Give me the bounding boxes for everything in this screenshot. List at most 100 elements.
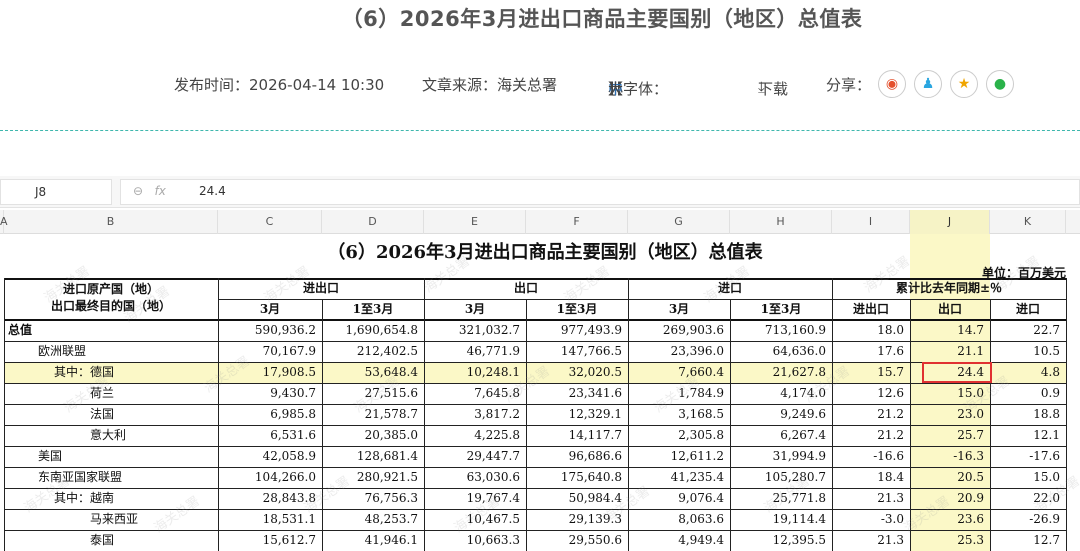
table-border <box>4 319 1066 321</box>
table-cell: 9,076.4 <box>678 491 724 505</box>
cell-reference-box[interactable]: J8 <box>0 179 112 205</box>
download-icon: ⤓ <box>758 78 765 96</box>
table-cell: 21.3 <box>877 491 904 505</box>
table-cell: 23,341.6 <box>568 386 622 400</box>
column-header-d[interactable]: D <box>322 210 424 234</box>
table-cell: 321,032.7 <box>458 323 520 337</box>
column-header-g[interactable]: G <box>628 210 730 234</box>
row-name: 荷兰 <box>90 386 115 400</box>
formula-input[interactable]: ⊖ fx 24.4 <box>120 179 1080 205</box>
table-border <box>4 467 1066 468</box>
column-header-f[interactable]: F <box>526 210 628 234</box>
table-border <box>4 425 1066 426</box>
weibo-icon[interactable]: ◉ <box>878 70 906 98</box>
table-cell: 21.2 <box>877 407 904 421</box>
table-border <box>4 341 1066 342</box>
table-border <box>526 299 527 551</box>
table-cell: 4,225.8 <box>474 428 520 442</box>
table-cell: 14.7 <box>957 323 984 337</box>
table-cell: 96,686.6 <box>568 449 622 463</box>
column-headers: ABCDEFGHIJK <box>0 210 1080 234</box>
group-header-export: 出口 <box>513 281 538 295</box>
table-border <box>218 278 219 551</box>
table-cell: 175,640.8 <box>560 470 622 484</box>
spreadsheet-grid[interactable]: （6）2026年3月进出口商品主要国别（地区）总值表 单位：百万美元 进口原产国… <box>0 234 1080 551</box>
table-cell: 21.2 <box>877 428 904 442</box>
table-cell: 147,766.5 <box>560 344 622 358</box>
table-cell: 4,174.0 <box>780 386 826 400</box>
table-cell: 18.8 <box>1033 407 1060 421</box>
column-header-k[interactable]: K <box>990 210 1066 234</box>
table-cell: 23,396.0 <box>670 344 724 358</box>
table-cell: 21.3 <box>877 533 904 547</box>
table-cell: 21,578.7 <box>364 407 418 421</box>
row-name: 意大利 <box>90 428 127 442</box>
table-cell: 4.8 <box>1040 365 1060 379</box>
table-cell: 18.4 <box>877 470 904 484</box>
divider <box>0 130 1080 131</box>
table-border <box>832 278 833 551</box>
table-cell: 42,058.9 <box>262 449 316 463</box>
column-header-j[interactable]: J <box>910 210 990 234</box>
table-border <box>4 446 1066 447</box>
table-cell: 977,493.9 <box>560 323 622 337</box>
table-border <box>4 488 1066 489</box>
table-cell: 2,305.8 <box>678 428 724 442</box>
table-cell: 21,627.8 <box>772 365 826 379</box>
table-border <box>910 299 911 551</box>
group-header-total: 进出口 <box>302 281 339 295</box>
sheet-title: （6）2026年3月进出口商品主要国别（地区）总值表 <box>327 242 763 263</box>
table-cell: -26.9 <box>1029 512 1060 526</box>
group-header-yoy: 累计比去年同期±％ <box>895 281 1003 295</box>
table-cell: 9,249.6 <box>780 407 826 421</box>
table-cell: 28,843.8 <box>262 491 316 505</box>
table-cell: 104,266.0 <box>254 470 316 484</box>
wechat-icon[interactable]: ● <box>986 70 1014 98</box>
table-cell: 12,395.5 <box>772 533 826 547</box>
table-cell: 17.6 <box>877 344 904 358</box>
row-name: 其中：越南 <box>54 491 115 505</box>
table-cell: 10.5 <box>1033 344 1060 358</box>
subheader-sub-export: 出口 <box>937 302 962 316</box>
favorite-icon[interactable]: ★ <box>950 70 978 98</box>
table-cell: 19,767.4 <box>466 491 520 505</box>
table-cell: 7,660.4 <box>678 365 724 379</box>
table-cell: 590,936.2 <box>254 323 316 337</box>
table-cell: 3,817.2 <box>474 407 520 421</box>
table-cell: -3.0 <box>880 512 904 526</box>
table-cell: 22.0 <box>1033 491 1060 505</box>
table-cell: 18,531.1 <box>262 512 316 526</box>
table-border <box>4 383 1066 384</box>
column-header-h[interactable]: H <box>730 210 832 234</box>
column-header-b[interactable]: B <box>4 210 218 234</box>
table-border <box>4 404 1066 405</box>
table-cell: 1,690,654.8 <box>345 323 418 337</box>
table-cell: 23.0 <box>957 407 984 421</box>
column-header-e[interactable]: E <box>424 210 526 234</box>
subheader-sub-ytd: 1至3月 <box>352 302 394 316</box>
table-cell: 22.7 <box>1033 323 1060 337</box>
row-name: 泰国 <box>90 533 115 547</box>
table-border <box>4 278 1066 280</box>
column-header-c[interactable]: C <box>218 210 322 234</box>
table-cell: 7,645.8 <box>474 386 520 400</box>
table-cell: 15,612.7 <box>262 533 316 547</box>
table-cell: 23.6 <box>957 512 984 526</box>
table-cell: 29,139.3 <box>568 512 622 526</box>
column-header-i[interactable]: I <box>832 210 910 234</box>
table-cell: 713,160.9 <box>764 323 826 337</box>
article-meta: 发布时间：2026-04-14 10:30 文章来源：海关总署 【字体：小 中 … <box>0 70 1080 98</box>
qq-icon[interactable]: ♟ <box>914 70 942 98</box>
table-cell: 6,267.4 <box>780 428 826 442</box>
table-cell: 128,681.4 <box>356 449 418 463</box>
table-cell: 25.7 <box>957 428 984 442</box>
table-cell: 32,020.5 <box>568 365 622 379</box>
table-cell: 76,756.3 <box>364 491 418 505</box>
table-cell: -16.6 <box>873 449 904 463</box>
row-name: 总值 <box>8 323 33 337</box>
table-border <box>4 509 1066 510</box>
selected-cell[interactable] <box>922 362 992 383</box>
table-border <box>4 278 5 551</box>
subheader-sub-month: 3月 <box>464 302 486 316</box>
table-cell: 21.1 <box>957 344 984 358</box>
